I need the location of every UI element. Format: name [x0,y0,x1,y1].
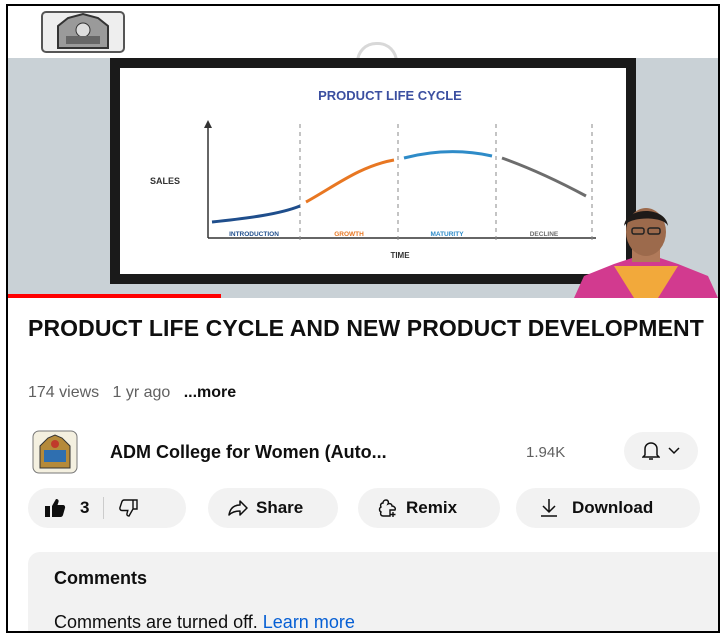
x-axis-label: TIME [390,251,410,260]
more-link[interactable]: ...more [184,384,236,401]
stage-label-growth: GROWTH [334,231,364,238]
comments-off-text: Comments are turned off. [54,612,258,632]
curve-maturity [403,150,493,160]
remix-label: Remix [406,498,458,517]
curve-decline [501,156,587,198]
remix-button[interactable]: Remix [358,488,500,528]
download-button[interactable]: Download [516,488,700,528]
video-title: PRODUCT LIFE CYCLE AND NEW PRODUCT DEVEL… [28,315,704,341]
product-life-cycle-slide: PRODUCT LIFE CYCLE SALES INTRODUCTION GR… [150,88,596,260]
notification-bell-button[interactable] [624,432,698,470]
comments-status: Comments are turned off. Learn more [54,612,355,632]
presenter-image [574,208,718,298]
y-axis-label: SALES [150,176,180,186]
stage-label-maturity: MATURITY [430,231,464,238]
curve-introduction [211,204,301,224]
channel-avatar[interactable] [32,430,78,474]
like-button[interactable]: 3 [28,498,89,518]
comments-panel[interactable]: Comments Comments are turned off. Learn … [28,552,718,632]
more-actions-button[interactable] [718,488,720,528]
video-meta[interactable]: 174 views 1 yr ago ...more [28,384,236,402]
share-arrow-icon [228,500,248,516]
view-count: 174 views [28,384,100,401]
share-label: Share [256,498,304,517]
stage-label-introduction: INTRODUCTION [229,231,279,238]
presentation-board: PRODUCT LIFE CYCLE SALES INTRODUCTION GR… [110,58,636,284]
video-player[interactable]: PRODUCT LIFE CYCLE SALES INTRODUCTION GR… [8,6,718,298]
remix-icon [378,499,396,517]
learn-more-link[interactable]: Learn more [263,612,355,631]
comments-heading: Comments [54,568,148,588]
playback-progress-bar[interactable] [8,294,221,298]
thumbs-down-icon [119,499,139,517]
channel-row: ADM College for Women (Auto... 1.94K [28,430,718,476]
chevron-down-icon [668,447,680,455]
download-label: Download [572,498,654,517]
thumbs-up-icon [45,499,66,517]
stage-label-decline: DECLINE [530,231,559,238]
action-bar: 3 Share Remix Download [28,488,720,528]
college-crest-logo [41,11,125,53]
bell-icon [642,442,660,460]
subscriber-count: 1.94K [526,444,566,461]
download-icon [541,499,557,517]
channel-name[interactable]: ADM College for Women (Auto... [110,442,387,463]
like-count: 3 [80,498,90,517]
slide-title: PRODUCT LIFE CYCLE [318,88,462,103]
share-button[interactable]: Share [208,488,338,528]
curve-growth [305,158,395,204]
upload-age: 1 yr ago [112,384,171,401]
app-frame: PRODUCT LIFE CYCLE SALES INTRODUCTION GR… [6,4,720,633]
dislike-button[interactable] [104,499,139,517]
like-dislike-segment: 3 [28,488,186,528]
